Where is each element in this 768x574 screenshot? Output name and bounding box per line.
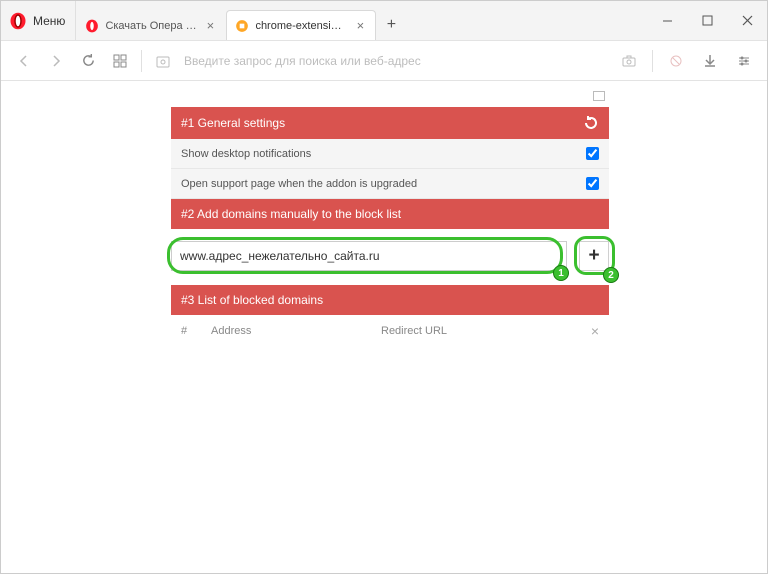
titlebar: Меню Скачать Опера для компь × chrome-ex… (1, 1, 767, 41)
tab-0-close-icon[interactable]: × (203, 18, 217, 33)
col-delete-icon[interactable]: × (579, 323, 599, 339)
setting-checkbox-support-page[interactable] (586, 177, 599, 190)
general-settings-list: Show desktop notifications Open support … (171, 139, 609, 199)
minimize-button[interactable] (647, 1, 687, 41)
app-menu-button[interactable]: Меню (1, 1, 76, 40)
tab-0[interactable]: Скачать Опера для компь × (76, 10, 226, 40)
panel-toggle-icon[interactable] (593, 91, 605, 101)
nav-back-button[interactable] (13, 50, 35, 72)
address-bar[interactable] (184, 54, 608, 68)
close-window-button[interactable] (727, 1, 767, 41)
reset-icon[interactable] (583, 115, 599, 131)
section-header-blocked: #3 List of blocked domains (171, 285, 609, 315)
window-controls (647, 1, 767, 40)
page-content: #1 General settings Show desktop notific… (1, 81, 767, 347)
downloads-button[interactable] (699, 50, 721, 72)
callout-badge-1: 1 (553, 265, 569, 281)
toolbar (1, 41, 767, 81)
section-header-general: #1 General settings (171, 107, 609, 139)
section-title-general: #1 General settings (181, 116, 285, 130)
address-input[interactable] (184, 54, 608, 68)
content-top-bar (171, 91, 609, 107)
add-domain-button[interactable]: + (579, 241, 609, 271)
setting-label: Open support page when the addon is upgr… (181, 178, 417, 190)
app-menu-label: Меню (33, 14, 65, 28)
section-title-add: #2 Add domains manually to the block lis… (181, 207, 401, 221)
setting-checkbox-notifications[interactable] (586, 147, 599, 160)
site-info-icon[interactable] (152, 50, 174, 72)
setting-row-notifications: Show desktop notifications (171, 139, 609, 169)
reload-button[interactable] (77, 50, 99, 72)
snapshot-button[interactable] (618, 50, 640, 72)
tab-1-close-icon[interactable]: × (353, 18, 367, 33)
toolbar-separator-2 (652, 50, 653, 72)
easy-setup-button[interactable] (733, 50, 755, 72)
opera-favicon-icon (85, 19, 99, 33)
tab-1-label: chrome-extension://chnfku (255, 20, 347, 32)
tab-strip: Скачать Опера для компь × chrome-extensi… (76, 1, 647, 40)
maximize-button[interactable] (687, 1, 727, 41)
toolbar-separator (141, 50, 142, 72)
new-tab-button[interactable]: + (376, 10, 406, 40)
tab-1[interactable]: chrome-extension://chnfku × (226, 10, 376, 40)
col-redirect: Redirect URL (381, 325, 579, 337)
nav-forward-button[interactable] (45, 50, 67, 72)
setting-label: Show desktop notifications (181, 148, 311, 160)
adblock-icon[interactable] (665, 50, 687, 72)
callout-badge-2: 2 (603, 267, 619, 283)
col-hash: # (181, 325, 211, 337)
opera-logo-icon (9, 12, 27, 30)
setting-row-support-page: Open support page when the addon is upgr… (171, 169, 609, 199)
blocked-table-header: # Address Redirect URL × (171, 315, 609, 347)
col-address: Address (211, 325, 381, 337)
add-domain-row: + 1 2 (171, 229, 609, 285)
tab-0-label: Скачать Опера для компь (105, 20, 197, 32)
domain-input[interactable] (171, 241, 567, 271)
speed-dial-button[interactable] (109, 50, 131, 72)
section-title-blocked: #3 List of blocked domains (181, 293, 323, 307)
section-header-add: #2 Add domains manually to the block lis… (171, 199, 609, 229)
extension-favicon-icon (235, 19, 249, 33)
toolbar-right (618, 50, 755, 72)
